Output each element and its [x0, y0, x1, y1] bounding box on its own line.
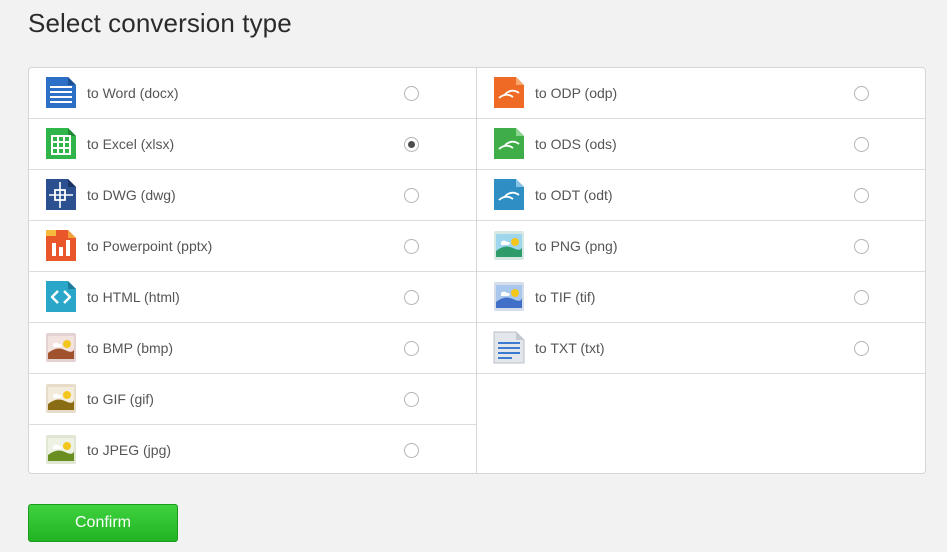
option-powerpoint[interactable]: to Powerpoint (pptx): [29, 221, 476, 272]
option-radio[interactable]: [854, 86, 869, 101]
option-label: to ODT (odt): [535, 187, 613, 203]
option-radio[interactable]: [404, 392, 419, 407]
option-label: to DWG (dwg): [87, 187, 176, 203]
gif-image-icon: [45, 382, 77, 415]
option-radio[interactable]: [854, 137, 869, 152]
option-label: to Word (docx): [87, 85, 179, 101]
option-label: to Excel (xlsx): [87, 136, 175, 152]
option-dwg[interactable]: to DWG (dwg): [29, 170, 476, 221]
option-jpeg[interactable]: to JPEG (jpg): [29, 425, 476, 473]
confirm-button[interactable]: Confirm: [28, 504, 178, 542]
option-word[interactable]: to Word (docx): [29, 68, 476, 119]
option-label: to Powerpoint (pptx): [87, 238, 213, 254]
option-excel[interactable]: to Excel (xlsx): [29, 119, 476, 170]
conversion-page: Select conversion type to Word (docx) to…: [0, 0, 947, 552]
option-label: to HTML (html): [87, 289, 180, 305]
options-column-left: to Word (docx) to Excel (xlsx) to DWG (d…: [29, 68, 477, 473]
option-odt[interactable]: to ODT (odt): [477, 170, 925, 221]
option-label: to ODS (ods): [535, 136, 617, 152]
tif-image-icon: [493, 280, 525, 313]
excel-sheet-icon: [45, 127, 77, 160]
conversion-options-panel: to Word (docx) to Excel (xlsx) to DWG (d…: [28, 67, 926, 474]
html-code-icon: [45, 280, 77, 313]
option-radio[interactable]: [404, 239, 419, 254]
option-html[interactable]: to HTML (html): [29, 272, 476, 323]
option-label: to GIF (gif): [87, 391, 154, 407]
option-bmp[interactable]: to BMP (bmp): [29, 323, 476, 374]
option-label: to PNG (png): [535, 238, 618, 254]
option-radio-selected[interactable]: [404, 137, 419, 152]
powerpoint-icon: [45, 229, 77, 262]
option-ods[interactable]: to ODS (ods): [477, 119, 925, 170]
png-image-icon: [493, 229, 525, 262]
option-radio[interactable]: [854, 239, 869, 254]
page-title: Select conversion type: [28, 8, 292, 38]
odp-presentation-icon: [493, 76, 525, 109]
option-radio[interactable]: [404, 341, 419, 356]
option-png[interactable]: to PNG (png): [477, 221, 925, 272]
option-odp[interactable]: to ODP (odp): [477, 68, 925, 119]
option-label: to JPEG (jpg): [87, 442, 172, 458]
dwg-cad-icon: [45, 178, 77, 211]
option-radio[interactable]: [404, 290, 419, 305]
option-label: to BMP (bmp): [87, 340, 174, 356]
bmp-image-icon: [45, 331, 77, 364]
option-radio[interactable]: [854, 341, 869, 356]
option-radio[interactable]: [854, 188, 869, 203]
option-label: to TXT (txt): [535, 340, 605, 356]
ods-spreadsheet-icon: [493, 127, 525, 160]
option-label: to ODP (odp): [535, 85, 618, 101]
txt-file-icon: [493, 331, 525, 364]
option-radio[interactable]: [404, 86, 419, 101]
option-radio[interactable]: [404, 188, 419, 203]
odt-text-icon: [493, 178, 525, 211]
option-gif[interactable]: to GIF (gif): [29, 374, 476, 425]
option-txt[interactable]: to TXT (txt): [477, 323, 925, 374]
options-column-right: to ODP (odp) to ODS (ods) to ODT (odt) t…: [477, 68, 925, 473]
option-tif[interactable]: to TIF (tif): [477, 272, 925, 323]
option-radio[interactable]: [854, 290, 869, 305]
word-doc-icon: [45, 76, 77, 109]
jpeg-image-icon: [45, 433, 77, 466]
option-label: to TIF (tif): [535, 289, 596, 305]
option-radio[interactable]: [404, 443, 419, 458]
